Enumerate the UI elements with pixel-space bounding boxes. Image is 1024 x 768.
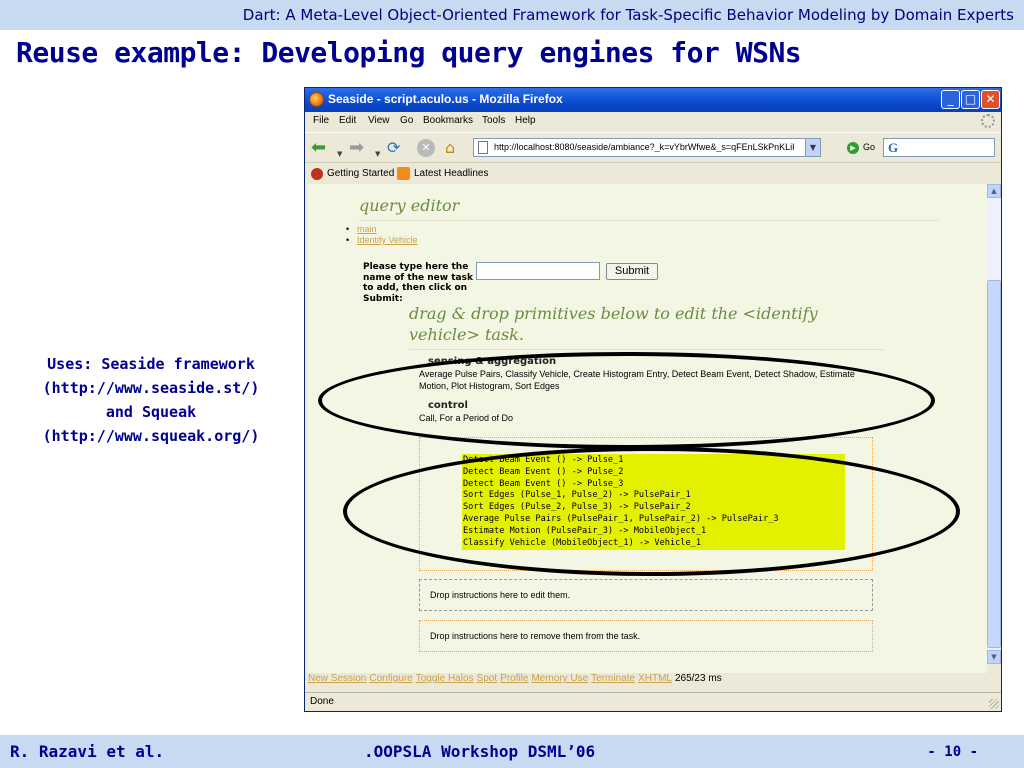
heading-divider	[409, 349, 884, 350]
drag-drop-heading: drag & drop primitives below to edit the…	[409, 304, 818, 344]
go-arrow-icon[interactable]: ▶	[847, 142, 859, 154]
status-bar: Done	[305, 692, 1001, 711]
highlight-ellipse-primitives	[318, 352, 935, 449]
side-note-line: (http://www.squeak.org/)	[42, 427, 260, 445]
side-note-line: Uses: Seaside framework	[47, 355, 255, 373]
window-title: Seaside - script.aculo.us - Mozilla Fire…	[328, 92, 563, 106]
highlight-ellipse-task	[343, 447, 960, 576]
window-titlebar[interactable]: Seaside - script.aculo.us - Mozilla Fire…	[305, 88, 1001, 112]
menu-file[interactable]: File	[313, 115, 329, 126]
stop-icon[interactable]: ✕	[417, 139, 435, 157]
side-note: Uses: Seaside framework (http://www.seas…	[8, 352, 294, 448]
rss-feed-icon	[397, 167, 410, 180]
edit-drop-text: Drop instructions here to edit them.	[430, 590, 571, 600]
task-name-input[interactable]	[476, 262, 600, 280]
link-profile[interactable]: Profile	[500, 673, 528, 684]
task-name-prompt: Please type here the name of the new tas…	[363, 262, 473, 304]
menu-go[interactable]: Go	[400, 115, 413, 126]
navigation-toolbar: ⬅ ▼ ➡ ▼ ⟳ ✕ ⌂ http://localhost:8080/seas…	[305, 132, 1001, 162]
page-document-icon	[478, 141, 488, 154]
link-memory-use[interactable]: Memory Use	[531, 673, 588, 684]
menu-view[interactable]: View	[368, 115, 390, 126]
close-icon[interactable]: ✕	[981, 90, 1000, 109]
side-note-line: and Squeak	[105, 403, 197, 421]
link-toggle-halos[interactable]: Toggle Halos	[416, 673, 474, 684]
home-icon[interactable]: ⌂	[445, 139, 455, 157]
address-url[interactable]: http://localhost:8080/seaside/ambiance?_…	[494, 142, 794, 152]
link-new-session[interactable]: New Session	[308, 673, 366, 684]
slide-banner: Dart: A Meta-Level Object-Oriented Frame…	[242, 6, 1014, 24]
minimize-icon[interactable]: _	[941, 90, 960, 109]
menu-bar: File Edit View Go Bookmarks Tools Help	[305, 112, 1001, 132]
forward-arrow-icon[interactable]: ➡	[349, 139, 364, 157]
breadcrumb-identify-vehicle[interactable]: Identify Vehicle	[346, 235, 418, 245]
link-xhtml[interactable]: XHTML	[638, 673, 672, 684]
status-text: Done	[310, 696, 334, 707]
back-arrow-icon[interactable]: ⬅	[311, 139, 326, 157]
back-dropdown-icon[interactable]: ▼	[337, 145, 342, 163]
bookmark-latest-headlines[interactable]: Latest Headlines	[414, 168, 489, 179]
slide-header-bar: Dart: A Meta-Level Object-Oriented Frame…	[0, 0, 1024, 30]
scroll-down-icon[interactable]: ▼	[987, 650, 1001, 664]
menu-tools[interactable]: Tools	[482, 115, 505, 126]
forward-dropdown-icon[interactable]: ▼	[375, 145, 380, 163]
link-configure[interactable]: Configure	[369, 673, 412, 684]
scroll-thumb[interactable]	[987, 280, 1001, 648]
search-box[interactable]: G	[883, 138, 995, 157]
google-search-icon[interactable]: G	[888, 140, 898, 156]
address-bar[interactable]: http://localhost:8080/seaside/ambiance?_…	[473, 138, 821, 157]
vertical-scrollbar[interactable]: ▲ ▼	[987, 184, 1001, 664]
firefox-logo-icon	[309, 92, 324, 107]
menu-edit[interactable]: Edit	[339, 115, 356, 126]
breadcrumb-main[interactable]: main	[346, 224, 377, 234]
page-title: query editor	[359, 196, 460, 215]
title-divider	[359, 220, 939, 221]
submit-button[interactable]: Submit	[606, 263, 658, 280]
getting-started-icon	[311, 168, 323, 180]
footer-page-number: - 10 -	[927, 744, 978, 760]
maximize-icon[interactable]: □	[961, 90, 980, 109]
content-bottom-area	[308, 664, 987, 673]
address-dropdown-icon[interactable]: ▼	[805, 139, 820, 156]
seaside-toolbar: New Session Configure Toggle Halos Spot Prof…	[308, 673, 722, 689]
bookmarks-toolbar: Getting Started Latest Headlines	[305, 162, 1001, 184]
reload-icon[interactable]: ⟳	[387, 139, 400, 157]
link-spot[interactable]: Spot	[477, 673, 498, 684]
throbber-icon	[981, 114, 995, 128]
menu-bookmarks[interactable]: Bookmarks	[423, 115, 473, 126]
bookmark-getting-started[interactable]: Getting Started	[327, 168, 394, 179]
menu-help[interactable]: Help	[515, 115, 536, 126]
link-terminate[interactable]: Terminate	[591, 673, 635, 684]
remove-drop-text: Drop instructions here to remove them fr…	[430, 631, 641, 641]
footer-conference: .OOPSLA Workshop DSML’06	[364, 742, 596, 761]
side-note-line: (http://www.seaside.st/)	[42, 379, 260, 397]
scroll-up-icon[interactable]: ▲	[987, 184, 1001, 198]
footer-author: R. Razavi et al.	[10, 742, 165, 761]
resize-grip-icon[interactable]	[989, 699, 999, 709]
slide-title: Reuse example: Developing query engines …	[16, 36, 802, 69]
go-button-label[interactable]: Go	[863, 142, 875, 152]
remove-drop-zone[interactable]: Drop instructions here to remove them fr…	[419, 620, 873, 652]
edit-drop-zone[interactable]: Drop instructions here to edit them.	[419, 579, 873, 611]
render-timing: 265/23 ms	[674, 673, 722, 684]
